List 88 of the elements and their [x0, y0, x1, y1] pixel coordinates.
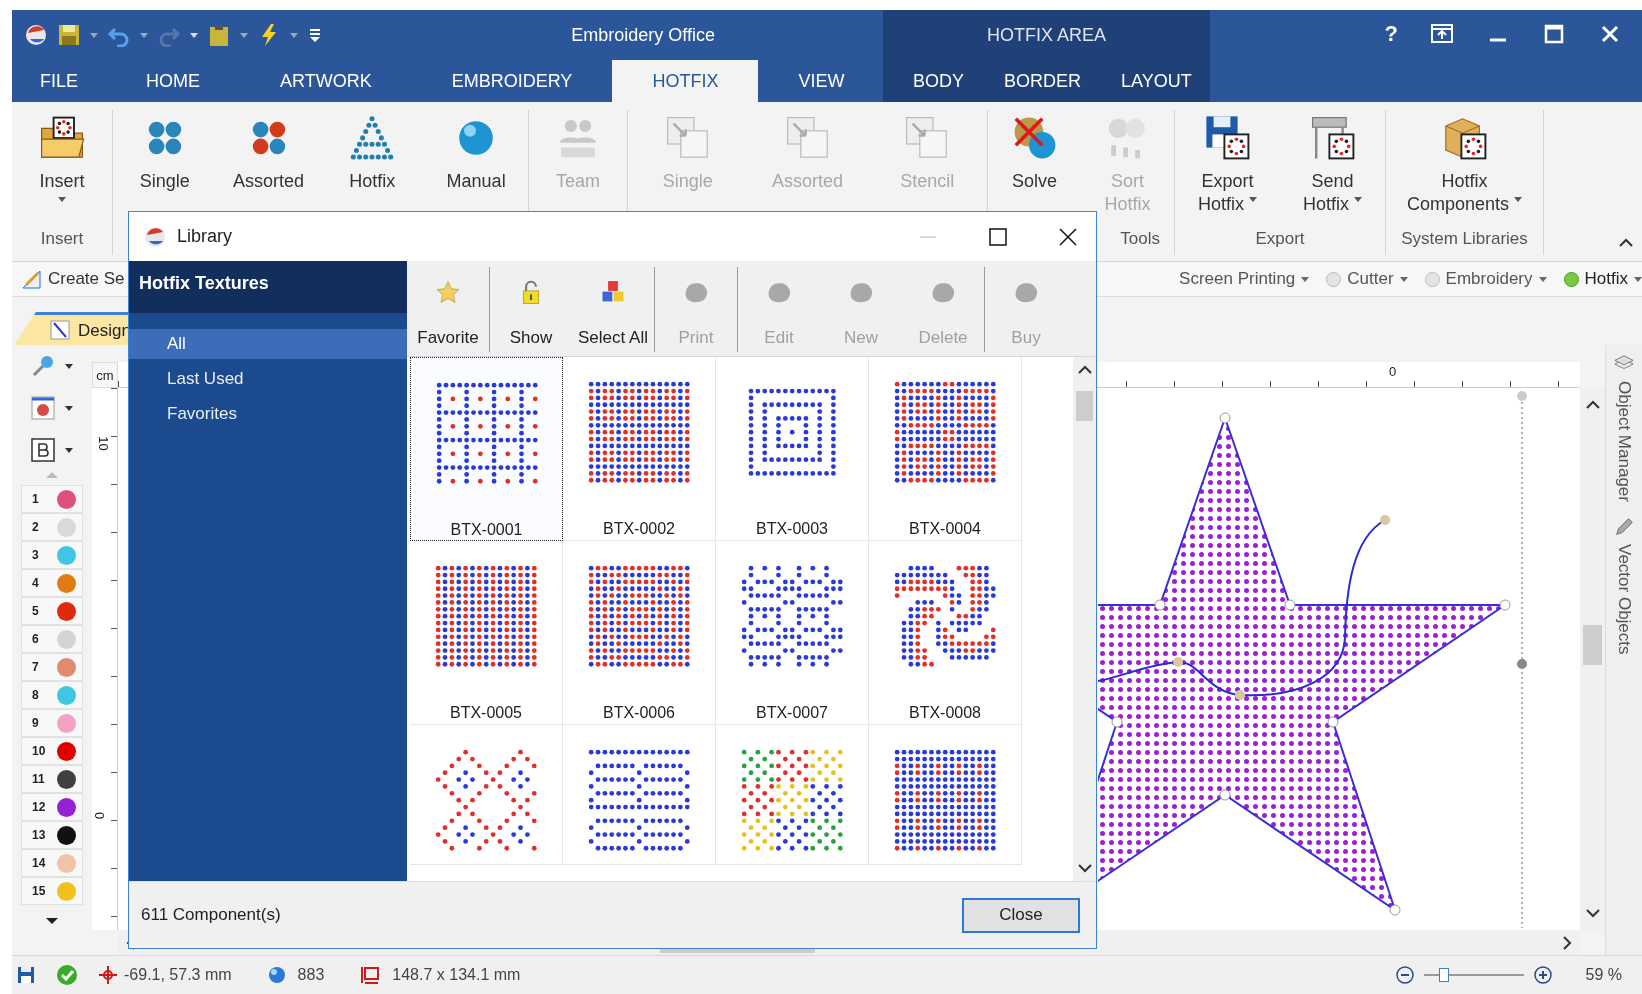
palette-number: 12 — [32, 800, 46, 814]
group-label: System Libraries — [1401, 229, 1528, 248]
texture-tile[interactable]: BTX-0007 — [716, 541, 869, 725]
ribbon-tab[interactable]: LAYOUT — [1101, 60, 1212, 102]
create-button-label[interactable]: Create Se — [48, 269, 125, 289]
ribbon-tab[interactable]: BODY — [893, 60, 984, 102]
sidebar-item[interactable]: All — [129, 329, 407, 359]
palette-number: 6 — [32, 632, 39, 646]
sidebar-title: Hotfix Textures — [129, 261, 407, 313]
palette-row[interactable]: 3 — [21, 541, 83, 569]
zoom-level: 59 % — [1585, 966, 1622, 984]
ribbon-button[interactable]: Solve — [988, 110, 1081, 229]
palette-number: 7 — [32, 660, 39, 674]
palette-row[interactable]: 1 — [21, 485, 83, 513]
ribbon-button[interactable]: Single — [113, 110, 217, 229]
ruler-label: 10 — [95, 436, 111, 451]
palette-number: 4 — [32, 576, 39, 590]
ruler-label: 0 — [1389, 364, 1397, 379]
palette-number: 13 — [32, 828, 46, 842]
mode-selector[interactable]: Cutter — [1326, 269, 1408, 289]
sidebar-item[interactable]: Last Used — [129, 364, 407, 394]
palette-row[interactable]: 15 — [21, 877, 83, 905]
toolbar-button[interactable]: Show — [490, 267, 572, 352]
palette-row[interactable]: 2 — [21, 513, 83, 541]
texture-tile[interactable]: BTX-0005 — [410, 541, 563, 725]
side-panel-tab[interactable]: Vector Objects — [1614, 543, 1634, 655]
ribbon-button[interactable]: Export Hotfix — [1175, 110, 1280, 229]
palette-number: 14 — [32, 856, 46, 870]
palette-number: 3 — [32, 548, 39, 562]
cursor-position: -69.1, 57.3 mm — [124, 966, 232, 984]
palette-row[interactable]: 9 — [21, 709, 83, 737]
palette-number: 5 — [32, 604, 39, 618]
ribbon-tab[interactable]: VIEW — [758, 60, 885, 102]
mode-selector[interactable]: Embroidery — [1424, 269, 1547, 289]
design-size: 148.7 x 134.1 mm — [392, 966, 521, 984]
palette-row[interactable]: 6 — [21, 625, 83, 653]
ribbon-tab[interactable]: BORDER — [984, 60, 1102, 102]
texture-tile[interactable]: BTX-0001 — [410, 357, 563, 541]
palette-row[interactable]: 14 — [21, 849, 83, 877]
mode-selector[interactable]: Screen Printing — [1179, 269, 1310, 289]
ribbon-tab[interactable]: EMBROIDERY — [411, 60, 613, 102]
toolbar-button[interactable]: Favorite — [407, 267, 489, 352]
ribbon-tab[interactable]: HOME — [106, 60, 240, 102]
palette-number: 2 — [32, 520, 39, 534]
ribbon-button[interactable]: Send Hotfix — [1280, 110, 1385, 229]
palette-row[interactable]: 8 — [21, 681, 83, 709]
group-label: Insert — [40, 229, 84, 248]
ribbon-button[interactable]: Assorted — [216, 110, 321, 229]
context-group-title: HOTFIX AREA — [987, 24, 1106, 47]
texture-tile[interactable]: BTX-0004 — [869, 357, 1022, 541]
palette-row[interactable]: 5 — [21, 597, 83, 625]
palette-number: 11 — [32, 772, 45, 786]
toolbar-button[interactable]: Select All — [572, 267, 654, 352]
ribbon-tab[interactable]: ARTWORK — [240, 60, 412, 102]
palette-row[interactable]: 11 — [21, 765, 83, 793]
ribbon-tab[interactable]: HOTFIX — [612, 60, 759, 102]
ribbon-button[interactable]: Hotfix Components — [1386, 110, 1543, 229]
ribbon-tab[interactable]: FILE — [12, 60, 106, 102]
palette-number: 15 — [32, 884, 46, 898]
palette-row[interactable]: 13 — [21, 821, 83, 849]
ribbon-button[interactable]: Insert — [12, 110, 112, 229]
component-count: 883 — [297, 966, 325, 984]
dialog-title: Library — [177, 226, 233, 247]
ruler-unit: cm — [92, 362, 118, 388]
texture-tile[interactable]: BTX-0008 — [869, 541, 1022, 725]
group-label: Export — [1255, 229, 1305, 248]
palette-number: 1 — [32, 492, 39, 506]
close-button[interactable]: Close — [962, 897, 1080, 933]
group-label: Tools — [1120, 229, 1160, 248]
texture-tile[interactable]: BTX-0002 — [563, 357, 716, 541]
window-title: Embroidery Office — [571, 24, 715, 46]
mode-selector[interactable]: Hotfix — [1563, 269, 1642, 289]
palette-number: 10 — [32, 744, 46, 758]
component-count: 611 Component(s) — [141, 905, 281, 925]
texture-tile[interactable]: BTX-0006 — [563, 541, 716, 725]
palette-row[interactable]: 12 — [21, 793, 83, 821]
ribbon-button[interactable]: Manual — [424, 110, 528, 229]
palette-number: 9 — [32, 716, 39, 730]
side-panel-tab[interactable]: Object Manager — [1614, 381, 1634, 502]
palette-row[interactable]: 10 — [21, 737, 83, 765]
palette-number: 8 — [32, 688, 39, 702]
texture-tile[interactable]: BTX-0003 — [716, 357, 869, 541]
palette-row[interactable]: 7 — [21, 653, 83, 681]
ribbon-button[interactable]: Hotfix — [320, 110, 425, 229]
sidebar-item[interactable]: Favorites — [129, 399, 407, 429]
help-button[interactable]: ? — [1384, 22, 1398, 46]
ruler-label: 0 — [92, 811, 108, 820]
palette-row[interactable]: 4 — [21, 569, 83, 597]
